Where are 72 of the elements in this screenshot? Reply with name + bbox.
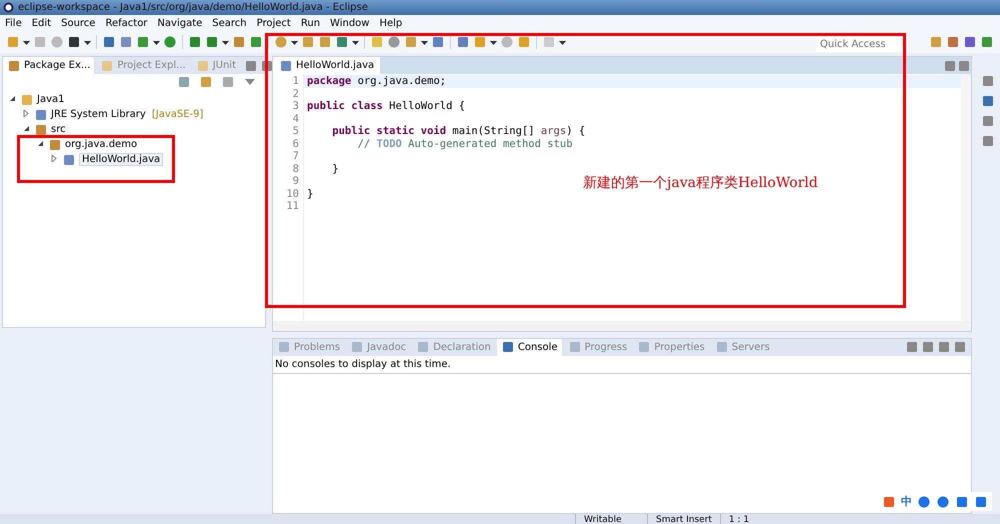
line-number: 9 xyxy=(292,175,300,188)
line-number: 11 xyxy=(285,200,300,212)
tree-node-icon[interactable] xyxy=(48,138,62,152)
dropdown-caret-icon[interactable] xyxy=(222,38,229,46)
ime-icon[interactable] xyxy=(936,494,950,508)
menu-item[interactable]: Help xyxy=(374,18,408,28)
line-number: 4 xyxy=(292,112,300,125)
code-line: // TODO Auto-generated method stub xyxy=(356,138,574,150)
line-number: 1 xyxy=(292,75,300,88)
tree-node-icon[interactable] xyxy=(34,108,48,122)
tree-node-icon[interactable] xyxy=(34,122,48,136)
tree-item[interactable]: src xyxy=(51,124,66,135)
tree-toggle-icon[interactable] xyxy=(37,140,45,149)
menu-item[interactable]: Search xyxy=(207,18,252,28)
menu-item[interactable]: Edit xyxy=(26,18,56,28)
menu-item[interactable]: File xyxy=(0,18,27,28)
horizontal-scrollbar[interactable] xyxy=(273,320,971,331)
code-line: } xyxy=(306,188,314,200)
menu-item[interactable]: Navigate xyxy=(152,18,208,28)
line-number: 7 xyxy=(292,150,300,162)
status-text: 1 : 1 xyxy=(720,514,792,524)
toolbar-icon[interactable] xyxy=(67,35,81,49)
tree-item-decoration: [JavaSE-9] xyxy=(152,109,204,120)
menu-item[interactable]: Window xyxy=(325,18,374,28)
menu-item[interactable]: Run xyxy=(296,18,326,28)
code-line: public static void main(String[] args) { xyxy=(331,125,586,138)
tree-toggle-icon[interactable] xyxy=(9,95,17,104)
dropdown-caret-icon[interactable] xyxy=(291,38,298,46)
annotation-text: 新建的第一个java程序类HelloWorld xyxy=(583,174,818,192)
ime-mode[interactable]: 中 xyxy=(901,494,912,509)
tree-toggle-icon[interactable] xyxy=(23,125,31,134)
view-icon[interactable] xyxy=(7,58,21,72)
dropdown-caret-icon[interactable] xyxy=(153,38,160,46)
tree-node-icon[interactable] xyxy=(62,152,76,166)
dropdown-caret-icon[interactable] xyxy=(23,38,30,46)
line-number: 8 xyxy=(292,162,300,175)
code-line: public class HelloWorld { xyxy=(306,100,466,112)
dropdown-caret-icon[interactable] xyxy=(490,38,497,46)
quick-access-field[interactable]: Quick Access xyxy=(816,36,904,52)
ime-icon[interactable] xyxy=(917,494,931,508)
tree-node-icon[interactable] xyxy=(20,92,34,106)
editor-tab[interactable]: HelloWorld.java xyxy=(273,57,380,74)
dropdown-caret-icon[interactable] xyxy=(559,38,566,46)
line-number: 5 xyxy=(292,125,300,138)
ime-icon[interactable] xyxy=(955,494,969,508)
vertical-scrollbar[interactable] xyxy=(961,74,971,321)
view-tab[interactable]: Package Ex... xyxy=(3,57,94,74)
tree-toggle-icon[interactable] xyxy=(51,155,59,164)
dropdown-caret-icon[interactable] xyxy=(84,38,91,46)
console-message: No consoles to display at this time. xyxy=(273,356,971,374)
window-title: eclipse-workspace - Java1/src/org/java/demo/HelloWorld.java - Eclipse xyxy=(18,2,368,13)
menu-item[interactable]: Refactor xyxy=(100,18,152,28)
menu-item[interactable]: Source xyxy=(56,18,100,28)
dropdown-caret-icon[interactable] xyxy=(421,38,428,46)
status-text: Smart Insert xyxy=(647,514,720,524)
tree-item[interactable]: org.java.demo xyxy=(65,139,138,150)
line-number: 6 xyxy=(292,138,300,150)
view-icon[interactable] xyxy=(500,340,515,354)
menu-item[interactable]: Project xyxy=(252,18,296,28)
line-number: 2 xyxy=(292,88,300,100)
line-number: 3 xyxy=(292,100,300,112)
ime-icon[interactable] xyxy=(974,494,988,508)
eclipse-logo-icon xyxy=(3,2,14,13)
code-line: } xyxy=(331,162,340,175)
status-text: Writable xyxy=(575,514,647,524)
tree-item[interactable]: HelloWorld.java xyxy=(79,153,164,166)
tree-toggle-icon[interactable] xyxy=(23,110,31,119)
view-tab[interactable]: Console xyxy=(496,338,562,356)
tree-item[interactable]: Java1 xyxy=(37,94,64,105)
line-number: 10 xyxy=(285,188,300,200)
tree-item[interactable]: JRE System Library xyxy=(51,109,146,120)
dropdown-caret-icon[interactable] xyxy=(352,38,359,46)
